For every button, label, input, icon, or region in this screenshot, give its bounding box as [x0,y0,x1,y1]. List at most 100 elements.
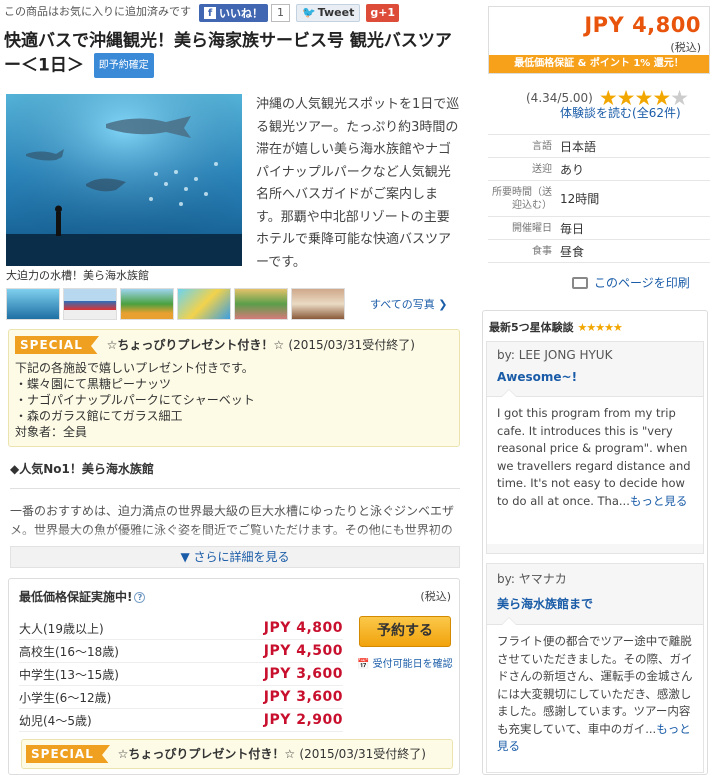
price-amount: JPY 2,900 [263,712,343,728]
price-amount: JPY 4,800 [263,620,343,636]
print-page-link[interactable]: このページを印刷 [572,274,690,291]
review-text: I got this program from my trip cafe. It… [497,406,691,508]
thumbnail-fish[interactable] [177,288,231,320]
spec-key: 送迎 [532,163,552,175]
special-line: 下記の各施設で嬉しいプレゼント付きです。 [15,361,254,375]
review-more-link[interactable]: もっと見る [630,494,688,508]
favorite-notice: この商品はお気に入りに追加済みです [4,5,191,18]
review-title[interactable]: 美ら海水族館まで [487,587,703,612]
special-line: ・森のガラス館にてガラス細工 [15,409,183,423]
special-offer-box: SPECIAL ☆ちょっぴりプレゼント付き！☆ (2015/03/31受付終了)… [8,329,460,447]
read-reviews-label: 体験談を読む [560,106,633,120]
tax-included-note: (税込) [670,41,701,54]
age-group: 中学生(13〜15歳) [19,667,119,682]
all-photos-link[interactable]: すべての写真 ❯ [370,296,448,312]
spec-key: 言語 [532,140,552,152]
read-reviews-link[interactable]: 体験談を読む(全62件) [560,104,681,121]
instant-confirm-badge: 即予約確定 [93,53,154,78]
chevron-right-icon: ❯ [438,298,448,311]
google-plus-button[interactable]: g+1 [366,4,400,22]
spec-value: 日本語 [560,139,597,154]
special-tag: SPECIAL [15,336,99,356]
review-title[interactable]: Awesome~! [487,362,703,384]
all-photos-label: すべての写真 [370,298,435,311]
facebook-like-count: 1 [271,4,290,22]
five-stars-icon: ★★★★★ [577,321,623,334]
reviews-heading-text: 最新5つ星体験談 [489,321,574,334]
spec-key: 食事 [532,245,552,257]
spec-value: 昼食 [560,244,585,259]
facebook-like-button[interactable]: f いいね！ [199,4,268,22]
print-label: このページを印刷 [594,276,690,290]
tweet-button[interactable]: 🐦 Tweet [296,4,361,22]
special-offer-box-2: SPECIAL ☆ちょっぴりプレゼント付き！☆ (2015/03/31受付終了) [21,739,453,769]
spec-key: 所要時間（送迎込む） [492,186,552,211]
special-tag: SPECIAL [26,745,110,765]
spec-key: 開催曜日 [512,222,552,234]
special-title-text: ☆ちょっぴりプレゼント付き！☆ [106,338,285,352]
tour-description: 沖縄の人気観光スポットを1日で巡る観光ツアー。たっぷり約3時間の滞在が嬉しい美ら… [256,97,460,270]
special-line: ・ナゴパイナップルパークにてシャーベット [15,393,255,407]
calendar-icon: 📅 [357,659,370,670]
reserve-button[interactable]: 予約する [359,616,451,647]
divider [10,488,460,489]
check-available-days-link[interactable]: 📅 受付可能日を確認 [357,655,453,670]
price-card: JPY 4,800 (税込) 最低価格保証 & ポイント 1% 還元！ [488,6,710,74]
spec-value: 毎日 [560,221,585,236]
special-body: 下記の各施設で嬉しいプレゼント付きです。 ・蝶々園にて黒糖ピーナッツ ・ナゴパイ… [15,360,453,440]
review-text: フライト便の都合でツアー途中で離脱させていただきました。その際、ガイドさんの新垣… [497,634,693,736]
tour-specs: 言語 日本語 送迎 あり 所要時間（送迎込む） 12時間 開催曜日 毎日 食事 昼食 [488,134,710,263]
check-days-label: 受付可能日を確認 [372,659,453,670]
special-title: ☆ちょっぴりプレゼント付き！☆ (2015/03/31受付終了) [107,338,415,352]
spec-value: 12時間 [560,192,600,206]
price-row: 高校生(16〜18歳) JPY 4,500 [19,640,343,663]
tax-note: (税込) [420,590,451,603]
age-group: 大人(19歳以上) [19,621,104,636]
spec-value: あり [560,162,585,177]
price-row: 幼児(4〜5歳) JPY 2,900 [19,709,343,732]
thumbnail-aquarium[interactable] [6,288,60,320]
price-amount: JPY 3,600 [263,689,343,705]
headline-price: JPY 4,800 [584,13,701,37]
thumbnail-garden[interactable] [234,288,288,320]
thumbnail-pineapple-park[interactable] [120,288,174,320]
printer-icon [572,276,588,289]
special-title-text: ☆ちょっぴりプレゼント付き！☆ [117,747,296,761]
price-table: 大人(19歳以上) JPY 4,800 高校生(16〜18歳) JPY 4,500 … [19,617,343,732]
price-guarantee-banner: 最低価格保証 & ポイント 1% 還元！ [489,55,709,73]
photo-caption: 大迫力の水槽！美ら海水族館 [6,269,149,282]
special-date: (2015/03/31受付終了) [288,338,415,352]
facebook-icon: f [204,7,216,19]
rating-score: (4.34/5.00) [526,91,593,105]
review-card: by: LEE JONG HYUK Awesome~! I got this p… [486,341,704,554]
review-author: by: LEE JONG HYUK [497,348,613,362]
spec-row-pickup: 送迎 あり [488,158,710,181]
price-amount: JPY 3,600 [263,666,343,682]
tour-title: 快適バスで沖縄観光！美ら海家族サービス号 観光バスツアー＜1日＞ 即予約確定 [4,30,459,78]
spec-row-duration: 所要時間（送迎込む） 12時間 [488,181,710,217]
reviews-heading: 最新5つ星体験談 ★★★★★ [489,319,623,335]
thumbnail-lunch[interactable] [291,288,345,320]
spec-row-meal: 食事 昼食 [488,240,710,263]
social-bar: この商品はお気に入りに追加済みです f いいね！ 1 🐦 Tweet g+1 [4,0,460,26]
price-row: 中学生(13〜15歳) JPY 3,600 [19,663,343,686]
special-title: ☆ちょっぴりプレゼント付き！☆ (2015/03/31受付終了) [118,747,426,761]
facebook-like-label: いいね！ [219,7,263,20]
show-more-details-button[interactable]: ▼ さらに詳細を見る [10,546,460,568]
price-row: 小学生(6〜12歳) JPY 3,600 [19,686,343,709]
special-line: 対象者：全員 [15,425,88,439]
thumbnail-bus[interactable] [63,288,117,320]
section-heading: ◆人気No1！美ら海水族館 [10,462,154,476]
price-row: 大人(19歳以上) JPY 4,800 [19,617,343,640]
tour-title-text: 快適バスで沖縄観光！美ら海家族サービス号 観光バスツアー＜1日＞ [4,31,452,76]
help-icon[interactable]: ? [134,592,146,603]
special-line: ・蝶々園にて黒糖ピーナッツ [15,377,172,391]
photo-thumbnails [6,288,345,320]
age-group: 小学生(6〜12歳) [19,690,112,705]
review-body: I got this program from my trip cafe. It… [487,389,703,544]
price-amount: JPY 4,500 [263,643,343,659]
age-group: 幼児(4〜5歳) [19,713,92,728]
latest-reviews-panel: 最新5つ星体験談 ★★★★★ by: LEE JONG HYUK Awesome… [482,310,708,775]
main-photo-aquarium[interactable] [6,94,242,266]
left-column: この商品はお気に入りに追加済みです f いいね！ 1 🐦 Tweet g+1 快適バ… [4,0,460,775]
